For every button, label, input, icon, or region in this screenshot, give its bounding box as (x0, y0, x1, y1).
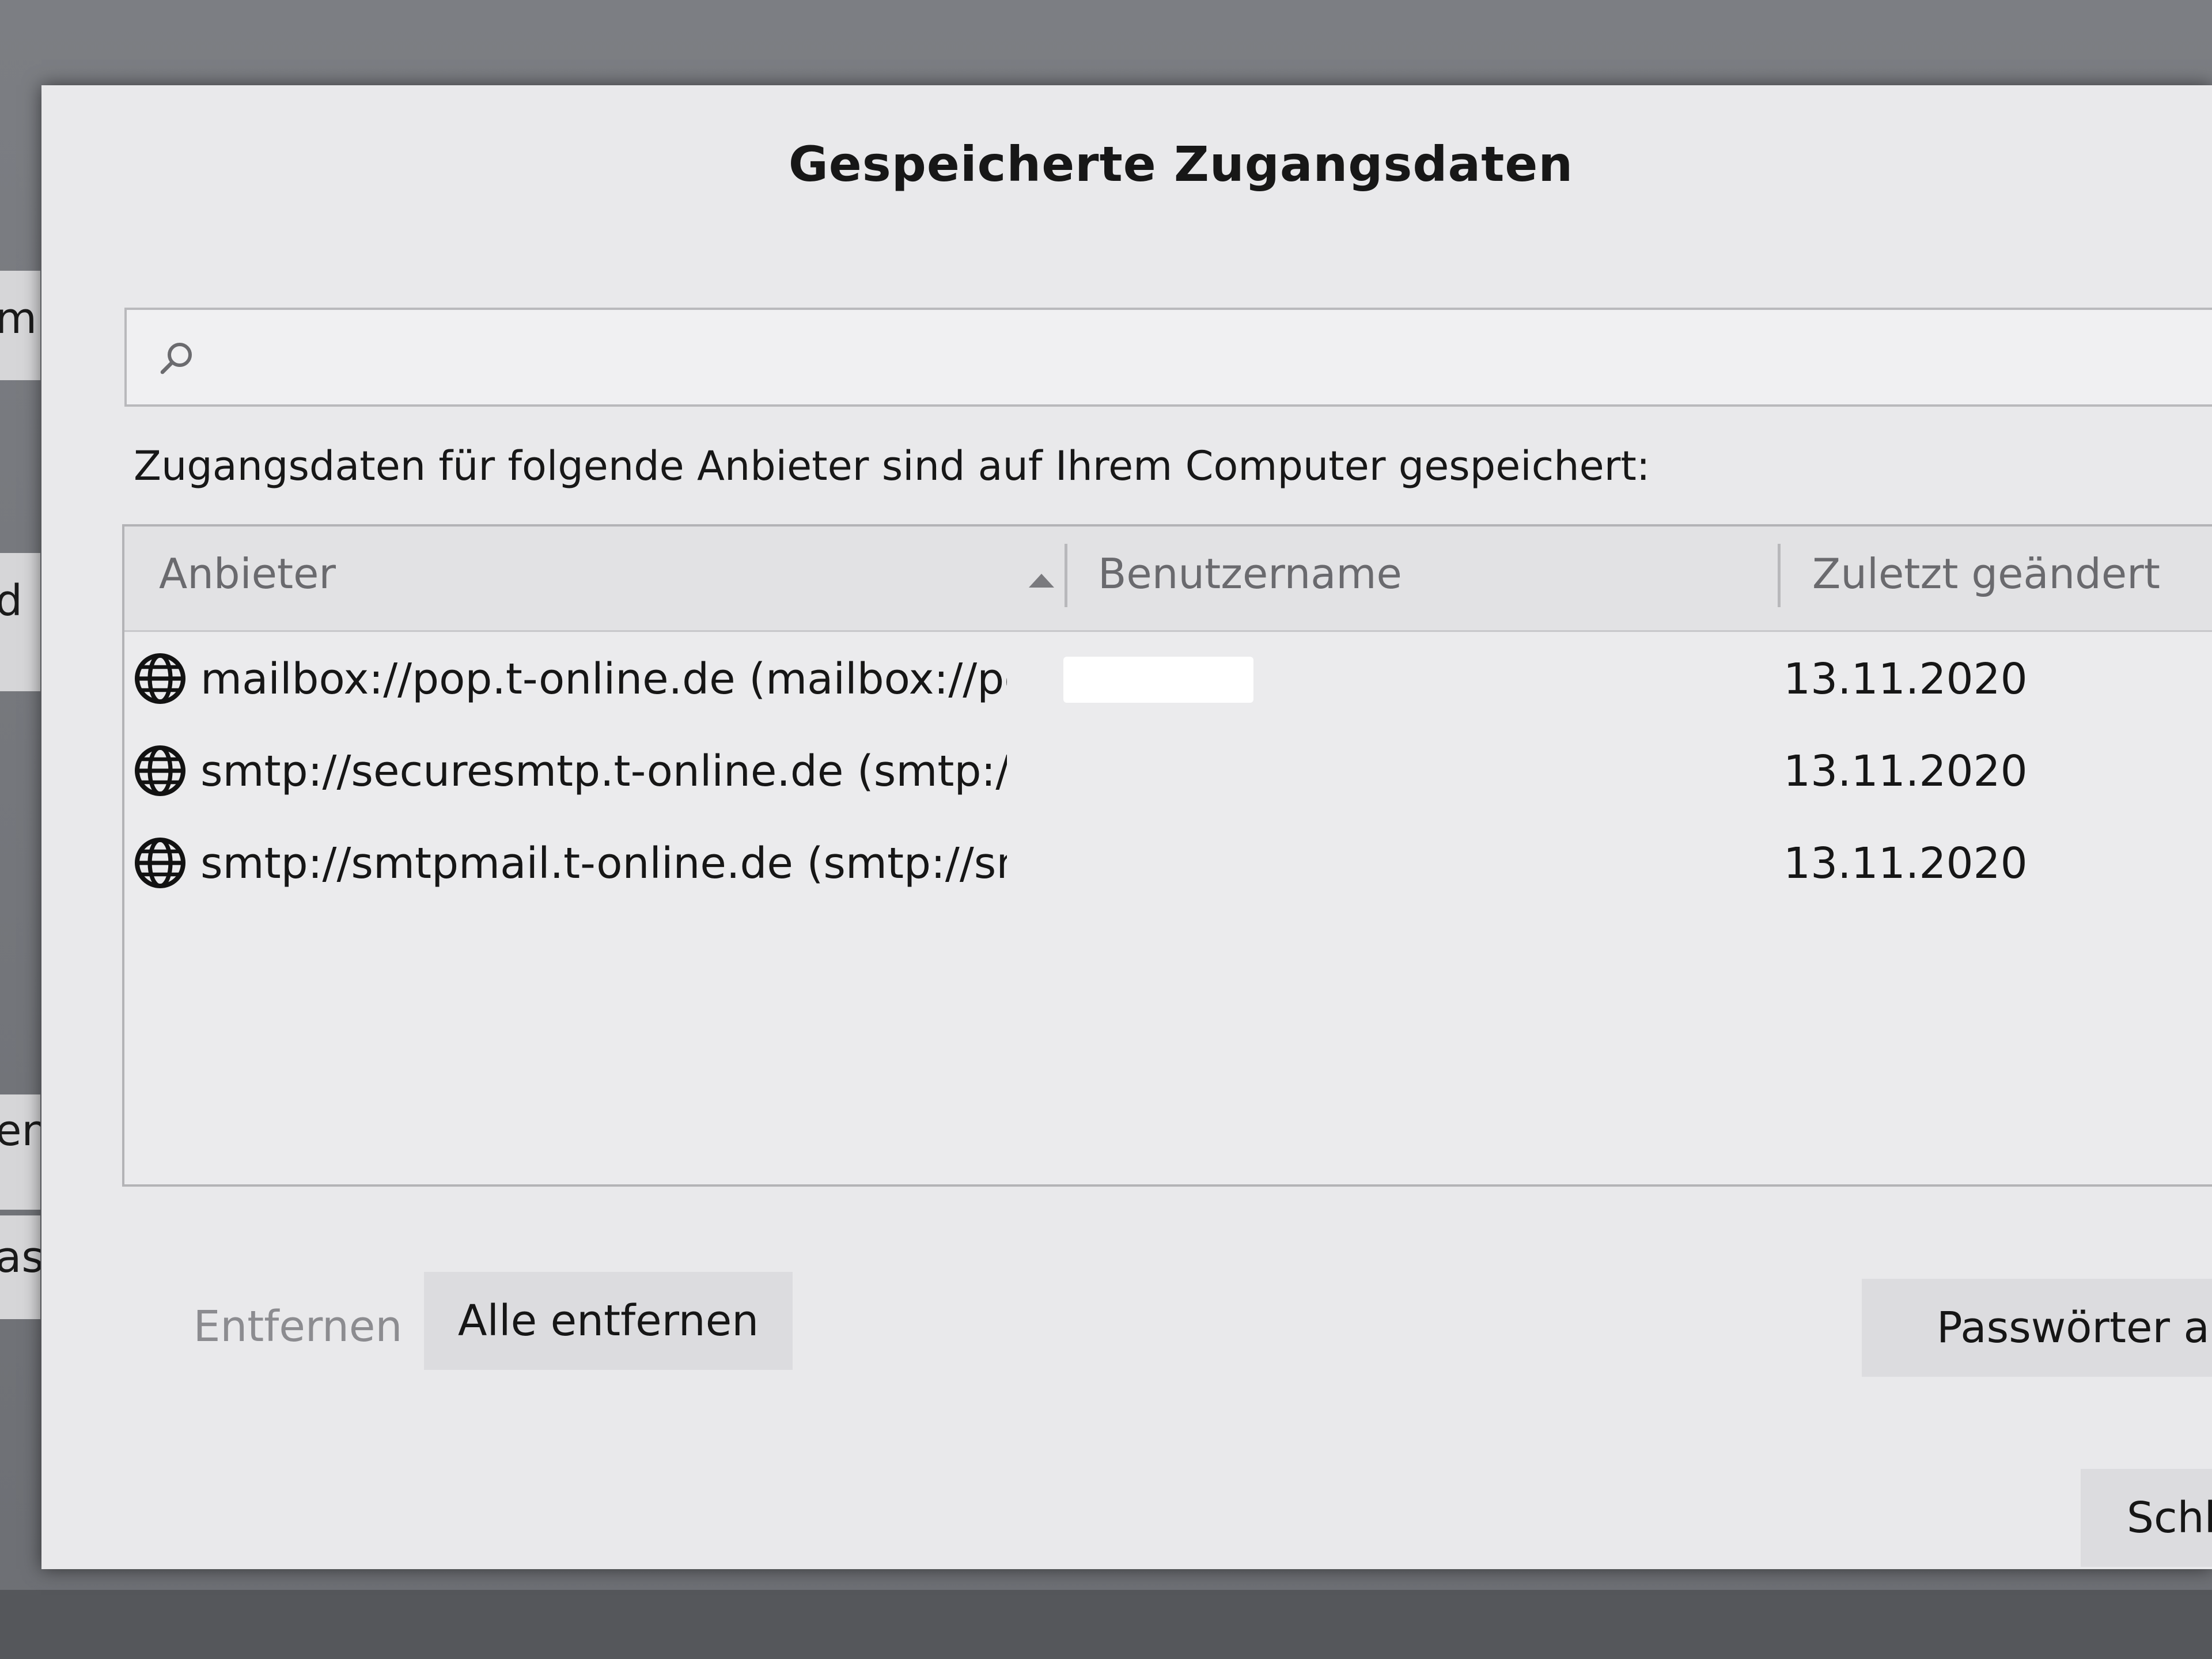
login-row[interactable]: smtp://smtpmail.t-online.de (smtp://smt.… (124, 818, 2212, 910)
globe-icon (135, 745, 185, 796)
column-header-last-changed[interactable]: Zuletzt geändert (1812, 550, 2160, 598)
background-text-fragment: d (0, 576, 22, 626)
globe-icon (135, 838, 185, 888)
last-changed-cell: 13.11.2020 (1783, 654, 2028, 704)
list-header: Anbieter Benutzername Zuletzt geändert (124, 527, 2212, 632)
close-button-label: Schließ (2127, 1493, 2212, 1543)
background-footer (0, 1590, 2212, 1659)
redacted-username (1063, 657, 1253, 703)
remove-button[interactable]: Entfernen (180, 1278, 416, 1370)
remove-all-button-label: Alle entfernen (457, 1296, 759, 1346)
show-passwords-button[interactable]: Passwörter anzei (1862, 1279, 2212, 1377)
login-row[interactable]: mailbox://pop.t-online.de (mailbox://po.… (124, 634, 2212, 726)
remove-all-button[interactable]: Alle entfernen (424, 1272, 793, 1370)
last-changed-cell: 13.11.2020 (1783, 839, 2028, 888)
saved-logins-dialog: Gespeicherte Zugangsdaten Zugangsdaten f… (41, 85, 2212, 1569)
dialog-title: Gespeicherte Zugangsdaten (788, 136, 1574, 192)
column-divider[interactable] (1778, 544, 1781, 607)
background-text-fragment: as (0, 1233, 40, 1282)
provider-cell: smtp://securesmtp.t-online.de (smtp://s.… (200, 747, 1007, 796)
last-changed-cell: 13.11.2020 (1783, 747, 2028, 796)
search-icon (160, 343, 192, 374)
search-input[interactable] (219, 327, 2180, 392)
description-text: Zugangsdaten für folgende Anbieter sind … (134, 442, 1650, 490)
provider-cell: smtp://smtpmail.t-online.de (smtp://smt.… (200, 839, 1007, 888)
login-row[interactable]: smtp://securesmtp.t-online.de (smtp://s.… (124, 726, 2212, 818)
provider-cell: mailbox://pop.t-online.de (mailbox://po.… (200, 654, 1007, 704)
column-header-username[interactable]: Benutzername (1098, 550, 1402, 598)
background-text-fragment: en (0, 1106, 40, 1156)
show-passwords-button-label: Passwörter anzei (1937, 1303, 2212, 1353)
background-text-fragment: ml (0, 294, 40, 343)
column-divider[interactable] (1065, 544, 1067, 607)
search-box[interactable] (124, 308, 2212, 407)
column-header-provider[interactable]: Anbieter (159, 550, 336, 598)
remove-button-label: Entfernen (193, 1302, 403, 1351)
globe-icon (135, 653, 185, 704)
sort-ascending-icon (1029, 574, 1054, 588)
close-button[interactable]: Schließ (2081, 1469, 2212, 1567)
logins-list[interactable]: Anbieter Benutzername Zuletzt geändert m… (122, 524, 2212, 1187)
